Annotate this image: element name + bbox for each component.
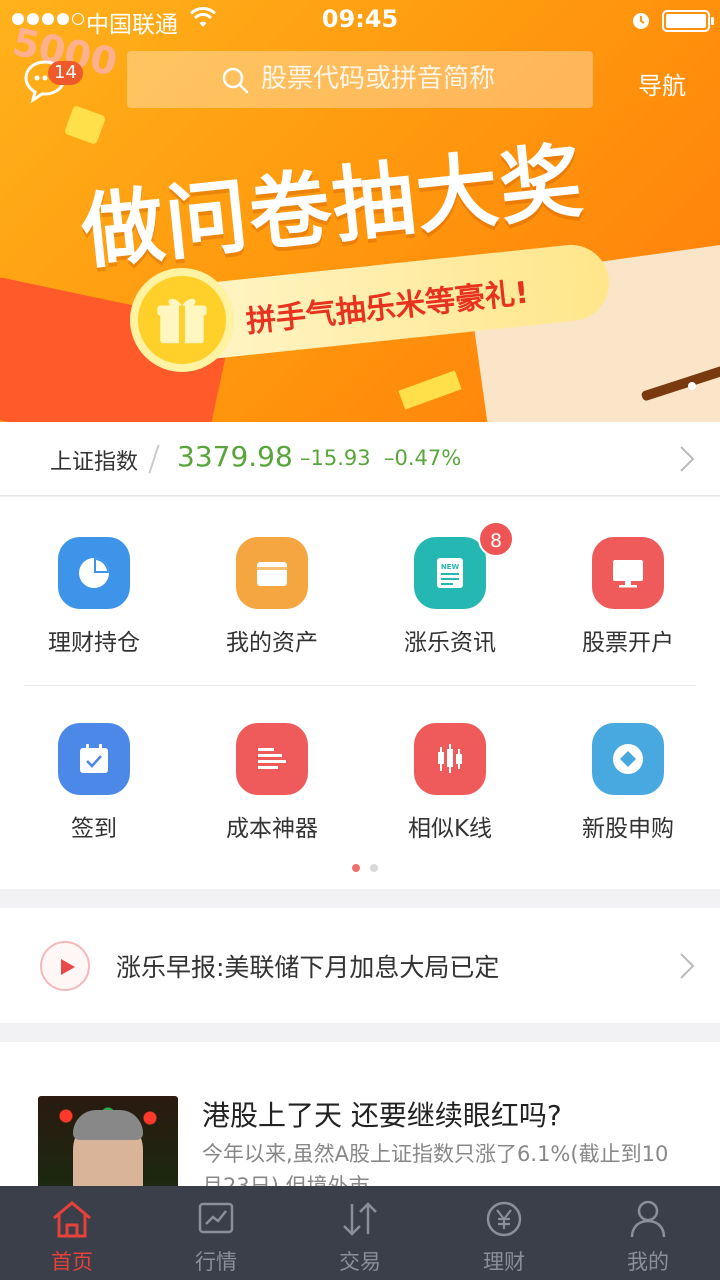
menu-item-news[interactable]: NEW 8 涨乐资讯 — [360, 497, 540, 656]
menu-item-assets[interactable]: 我的资产 — [182, 497, 362, 656]
news-badge: 8 — [478, 521, 514, 557]
index-value: 3379.98 — [177, 440, 293, 473]
menu-item-label: 成本神器 — [226, 816, 318, 842]
list-lines-icon — [236, 723, 308, 795]
folder-icon — [236, 537, 308, 609]
person-icon — [630, 1200, 666, 1238]
tab-market[interactable]: 行情 — [144, 1186, 288, 1280]
diamond-icon — [592, 723, 664, 795]
banner-page-indicator — [688, 382, 696, 390]
home-icon — [53, 1201, 91, 1238]
gift-icon — [130, 268, 234, 372]
monitor-icon — [592, 537, 664, 609]
menu-item-open-account[interactable]: 股票开户 — [538, 497, 718, 656]
search-input[interactable] — [261, 51, 581, 108]
menu-item-label: 我的资产 — [226, 630, 318, 656]
pie-chart-icon — [58, 537, 130, 609]
quick-menu-grid: 理财持仓 我的资产 NEW 8 涨乐资讯 股票开户 签到 成本神器 相似K线 新… — [0, 497, 720, 889]
yen-icon — [486, 1201, 522, 1237]
play-button[interactable] — [40, 941, 90, 991]
menu-item-ipo[interactable]: 新股申购 — [538, 683, 718, 842]
bar-decoration — [398, 370, 462, 410]
index-name: 上证指数 — [50, 450, 139, 475]
news-headline: 涨乐早报:美联储下月加息大局已定 — [116, 953, 500, 982]
clock: 09:45 — [321, 5, 399, 33]
index-percent: –0.47% — [384, 446, 462, 470]
article-title: 港股上了天 还要继续眼红吗? — [202, 1099, 562, 1132]
message-badge: 14 — [48, 61, 83, 85]
tab-label: 理财 — [483, 1250, 525, 1274]
article-thumbnail — [38, 1096, 178, 1187]
tab-me[interactable]: 我的 — [576, 1186, 720, 1280]
chevron-right-icon — [680, 446, 695, 472]
page-indicator — [352, 864, 378, 872]
article-summary: 今年以来,虽然A股上证指数只涨了6.1%(截止到10月23日),但境外市 — [202, 1142, 669, 1187]
cube-decoration — [63, 105, 107, 145]
menu-item-label: 股票开户 — [582, 630, 674, 656]
menu-item-checkin[interactable]: 签到 — [4, 683, 184, 842]
candlestick-icon — [414, 723, 486, 795]
menu-item-label: 涨乐资讯 — [404, 630, 496, 656]
chart-icon — [198, 1202, 234, 1234]
tab-bar: 首页 行情 交易 理财 我的 — [0, 1186, 720, 1280]
search-icon — [222, 67, 249, 94]
tab-finance[interactable]: 理财 — [432, 1186, 576, 1280]
tab-trade[interactable]: 交易 — [288, 1186, 432, 1280]
article-card[interactable]: 港股上了天 还要继续眼红吗? 今年以来,虽然A股上证指数只涨了6.1%(截止到1… — [0, 1042, 720, 1187]
index-separator — [148, 444, 160, 474]
menu-item-label: 新股申购 — [582, 816, 674, 842]
tab-label: 交易 — [339, 1250, 381, 1274]
trade-arrows-icon — [343, 1202, 377, 1236]
menu-item-label: 签到 — [71, 816, 117, 842]
news-icon: NEW — [414, 537, 486, 609]
index-change: –15.93 — [300, 446, 371, 470]
tab-label: 我的 — [627, 1250, 669, 1274]
market-index-row[interactable]: 上证指数 3379.98 –15.93 –0.47% — [0, 422, 720, 496]
menu-item-similar-kline[interactable]: 相似K线 — [360, 683, 540, 842]
search-bar[interactable] — [127, 51, 593, 108]
play-icon — [61, 959, 75, 975]
calendar-check-icon — [58, 723, 130, 795]
battery-icon — [662, 10, 714, 32]
chevron-right-icon — [680, 953, 695, 979]
menu-item-label: 理财持仓 — [48, 630, 140, 656]
nav-button[interactable]: 导航 — [638, 66, 686, 101]
tab-label: 首页 — [51, 1250, 93, 1274]
svg-text:NEW: NEW — [441, 563, 460, 571]
news-bar[interactable]: 涨乐早报:美联储下月加息大局已定 — [0, 908, 720, 1023]
tab-home[interactable]: 首页 — [0, 1186, 144, 1280]
status-bar: 中国联通 09:45 — [0, 0, 720, 40]
tab-label: 行情 — [195, 1250, 237, 1274]
menu-item-cost-tool[interactable]: 成本神器 — [182, 683, 362, 842]
menu-item-portfolio[interactable]: 理财持仓 — [4, 497, 184, 656]
menu-item-label: 相似K线 — [407, 816, 493, 842]
alarm-icon — [633, 13, 649, 29]
